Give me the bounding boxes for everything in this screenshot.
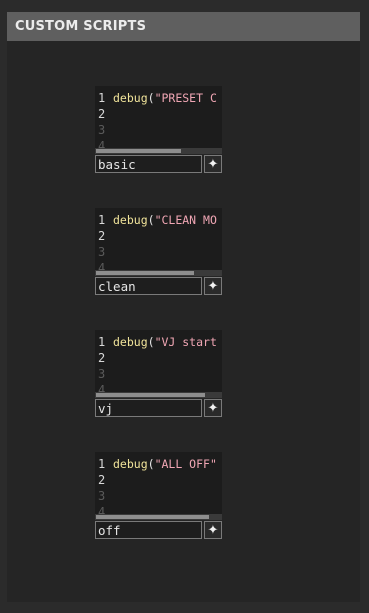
code-function-name: debug <box>113 335 148 349</box>
code-string: "ALL OFF" <box>154 457 217 471</box>
sparkle-icon: ✦ <box>207 156 219 171</box>
sparkle-icon: ✦ <box>207 522 219 537</box>
custom-scripts-panel: CUSTOM SCRIPTS 1 2 3 4 debug("PRESET C ✦… <box>7 12 360 602</box>
script-block-basic: 1 2 3 4 debug("PRESET C ✦ <box>95 86 222 176</box>
line-gutter: 1 2 3 4 <box>95 330 110 392</box>
line-number: 2 <box>98 229 106 243</box>
line-number: 2 <box>98 351 106 365</box>
scrollbar-thumb[interactable] <box>96 515 209 519</box>
script-block-vj: 1 2 3 4 debug("VJ start ✦ <box>95 330 222 420</box>
line-gutter: 1 2 3 4 <box>95 86 110 148</box>
sparkle-icon: ✦ <box>207 400 219 415</box>
horizontal-scrollbar[interactable] <box>95 148 222 154</box>
line-number: 4 <box>98 261 106 270</box>
line-number: 3 <box>98 245 106 259</box>
script-block-off: 1 2 3 4 debug("ALL OFF" ✦ <box>95 452 222 542</box>
line-number: 1 <box>98 213 106 227</box>
line-number: 4 <box>98 383 106 392</box>
code-line: debug("VJ start <box>113 334 217 350</box>
code-editor[interactable]: 1 2 3 4 debug("VJ start <box>95 330 222 392</box>
code-editor[interactable]: 1 2 3 4 debug("PRESET C <box>95 86 222 148</box>
line-number: 1 <box>98 335 106 349</box>
code-line: debug("PRESET C <box>113 90 217 106</box>
code-paren: ( <box>147 91 155 105</box>
sparkle-icon: ✦ <box>207 278 219 293</box>
scrollbar-thumb[interactable] <box>96 271 194 275</box>
sparkle-button[interactable]: ✦ <box>204 277 222 295</box>
scrollbar-thumb[interactable] <box>96 149 181 153</box>
code-string: "PRESET C <box>154 91 217 105</box>
code-function-name: debug <box>113 457 148 471</box>
line-number: 3 <box>98 367 106 381</box>
code-string: "VJ start <box>154 335 217 349</box>
code-line: debug("ALL OFF" <box>113 456 217 472</box>
code-paren: ( <box>147 457 155 471</box>
line-number: 2 <box>98 473 106 487</box>
horizontal-scrollbar[interactable] <box>95 514 222 520</box>
sparkle-button[interactable]: ✦ <box>204 399 222 417</box>
script-name-field[interactable] <box>95 277 202 295</box>
sparkle-button[interactable]: ✦ <box>204 155 222 173</box>
line-gutter: 1 2 3 4 <box>95 208 110 270</box>
script-name-field[interactable] <box>95 155 202 173</box>
script-block-clean: 1 2 3 4 debug("CLEAN MO ✦ <box>95 208 222 298</box>
sparkle-button[interactable]: ✦ <box>204 521 222 539</box>
script-name-field[interactable] <box>95 521 202 539</box>
horizontal-scrollbar[interactable] <box>95 392 222 398</box>
scrollbar-thumb[interactable] <box>96 393 205 397</box>
code-editor[interactable]: 1 2 3 4 debug("ALL OFF" <box>95 452 222 514</box>
line-number: 4 <box>98 139 106 148</box>
line-number: 1 <box>98 457 106 471</box>
line-number: 3 <box>98 123 106 137</box>
script-name-field[interactable] <box>95 399 202 417</box>
panel-title: CUSTOM SCRIPTS <box>7 12 360 41</box>
code-paren: ( <box>147 335 155 349</box>
code-function-name: debug <box>113 213 148 227</box>
line-number: 1 <box>98 91 106 105</box>
code-string: "CLEAN MO <box>154 213 217 227</box>
line-number: 2 <box>98 107 106 121</box>
line-number: 4 <box>98 505 106 514</box>
code-editor[interactable]: 1 2 3 4 debug("CLEAN MO <box>95 208 222 270</box>
code-line: debug("CLEAN MO <box>113 212 217 228</box>
line-number: 3 <box>98 489 106 503</box>
horizontal-scrollbar[interactable] <box>95 270 222 276</box>
code-function-name: debug <box>113 91 148 105</box>
line-gutter: 1 2 3 4 <box>95 452 110 514</box>
code-paren: ( <box>147 213 155 227</box>
